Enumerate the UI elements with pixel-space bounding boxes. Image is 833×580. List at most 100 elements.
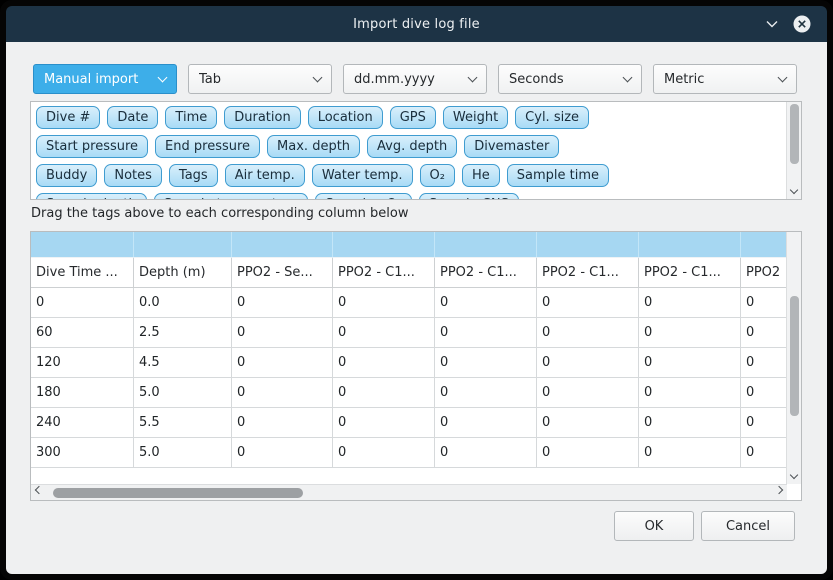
tag-sample-temperature[interactable]: Sample temperature bbox=[154, 193, 309, 200]
table-cell: 0 bbox=[537, 318, 639, 348]
tags-vertical-scrollbar[interactable] bbox=[786, 102, 801, 199]
tag-sample-time[interactable]: Sample time bbox=[507, 164, 609, 187]
table-cell: 0 bbox=[639, 378, 741, 408]
combo-field-separator[interactable]: Tab bbox=[188, 64, 332, 94]
table-cell: 0 bbox=[333, 348, 435, 378]
table-cell: 0 bbox=[333, 408, 435, 438]
table-cell: 0 bbox=[435, 288, 537, 318]
tag-dive[interactable]: Dive # bbox=[36, 106, 100, 129]
column-header[interactable]: PPO2 - C1... bbox=[537, 258, 639, 288]
tag-sample-cns[interactable]: Sample CNS bbox=[419, 193, 519, 200]
table-cell: 0 bbox=[537, 408, 639, 438]
drop-cell[interactable] bbox=[639, 232, 741, 258]
tag-sample-depth[interactable]: Sample depth bbox=[36, 193, 147, 200]
tag-he[interactable]: He bbox=[462, 164, 500, 187]
shade-button[interactable] bbox=[761, 13, 783, 35]
tag-tags[interactable]: Tags bbox=[169, 164, 218, 187]
preview-table: Dive Time ...Depth (m)PPO2 - Se...PPO2 -… bbox=[30, 231, 802, 501]
table-cell: 5.0 bbox=[134, 378, 232, 408]
table-cell: 0 bbox=[232, 408, 333, 438]
combo-value: Tab bbox=[199, 72, 314, 87]
scroll-down-icon[interactable] bbox=[790, 186, 798, 194]
chevron-down-icon bbox=[763, 15, 781, 33]
column-header[interactable]: Dive Time ... bbox=[31, 258, 134, 288]
table-horizontal-scrollbar[interactable] bbox=[31, 484, 787, 500]
scrollbar-thumb[interactable] bbox=[790, 104, 799, 164]
table-cell: 0 bbox=[537, 378, 639, 408]
drop-cell[interactable] bbox=[435, 232, 537, 258]
table-vertical-scrollbar[interactable] bbox=[786, 232, 801, 484]
table-cell: 0 bbox=[333, 378, 435, 408]
table-cell: 0 bbox=[232, 438, 333, 468]
combo-date-format[interactable]: dd.mm.yyyy bbox=[343, 64, 487, 94]
cancel-button[interactable]: Cancel bbox=[701, 511, 795, 541]
tag-notes[interactable]: Notes bbox=[104, 164, 162, 187]
combo-import-type[interactable]: Manual import bbox=[33, 64, 177, 94]
tag-avg-depth[interactable]: Avg. depth bbox=[367, 135, 457, 158]
column-header[interactable]: Depth (m) bbox=[134, 258, 232, 288]
table-row: 1204.5000000 bbox=[31, 348, 801, 378]
column-header[interactable]: PPO2 - C1... bbox=[435, 258, 537, 288]
table-cell: 0 bbox=[639, 348, 741, 378]
tag-date[interactable]: Date bbox=[107, 106, 158, 129]
drop-cell[interactable] bbox=[333, 232, 435, 258]
column-header[interactable]: PPO2 - C1... bbox=[333, 258, 435, 288]
table-cell: 120 bbox=[31, 348, 134, 378]
column-header[interactable]: PPO2 - C1... bbox=[639, 258, 741, 288]
table-row: 2405.5000000 bbox=[31, 408, 801, 438]
table-cell: 0 bbox=[435, 408, 537, 438]
tag-cyl-size[interactable]: Cyl. size bbox=[515, 106, 589, 129]
table-cell: 0 bbox=[537, 288, 639, 318]
combo-time-format[interactable]: Seconds bbox=[498, 64, 642, 94]
drop-cell[interactable] bbox=[134, 232, 232, 258]
table-cell: 5.0 bbox=[134, 438, 232, 468]
table-cell: 0 bbox=[435, 378, 537, 408]
drop-cell[interactable] bbox=[31, 232, 134, 258]
table-cell: 0 bbox=[537, 438, 639, 468]
tag-location[interactable]: Location bbox=[308, 106, 383, 129]
tag-air-temp[interactable]: Air temp. bbox=[225, 164, 305, 187]
table-cell: 0 bbox=[333, 318, 435, 348]
tag-max-depth[interactable]: Max. depth bbox=[267, 135, 360, 158]
close-button[interactable] bbox=[791, 13, 813, 35]
table-cell: 180 bbox=[31, 378, 134, 408]
table-cell: 300 bbox=[31, 438, 134, 468]
tag-gps[interactable]: GPS bbox=[390, 106, 436, 129]
ok-button[interactable]: OK bbox=[614, 511, 694, 541]
import-dialog-window: Import dive log file Manual import Tab dd.… bbox=[0, 0, 833, 580]
table-cell: 5.5 bbox=[134, 408, 232, 438]
scroll-right-icon[interactable] bbox=[775, 486, 783, 494]
chevron-down-icon bbox=[468, 73, 478, 83]
tag-row: Buddy Notes Tags Air temp. Water temp. O₂ He Sa… bbox=[36, 164, 781, 187]
tag-water-temp[interactable]: Water temp. bbox=[312, 164, 413, 187]
tag-divemaster[interactable]: Divemaster bbox=[464, 135, 559, 158]
tag-weight[interactable]: Weight bbox=[443, 106, 508, 129]
scrollbar-thumb[interactable] bbox=[53, 488, 303, 498]
table-cell: 4.5 bbox=[134, 348, 232, 378]
combo-row: Manual import Tab dd.mm.yyyy Seconds Metric bbox=[33, 64, 797, 94]
table-cell: 0 bbox=[31, 288, 134, 318]
titlebar[interactable]: Import dive log file bbox=[6, 6, 827, 42]
drop-cell[interactable] bbox=[537, 232, 639, 258]
table-cell: 0 bbox=[639, 318, 741, 348]
table-cell: 0 bbox=[639, 288, 741, 318]
window-title: Import dive log file bbox=[353, 17, 480, 32]
column-header[interactable]: PPO2 - Se... bbox=[232, 258, 333, 288]
combo-units[interactable]: Metric bbox=[653, 64, 797, 94]
scrollbar-thumb[interactable] bbox=[790, 296, 799, 416]
tag-time[interactable]: Time bbox=[165, 106, 217, 129]
tag-end-pressure[interactable]: End pressure bbox=[155, 135, 260, 158]
drop-cell[interactable] bbox=[232, 232, 333, 258]
table-cell: 0 bbox=[435, 348, 537, 378]
table-cell: 0 bbox=[232, 348, 333, 378]
tag-area: Dive # Date Time Duration Location GPS Weight C… bbox=[30, 101, 802, 200]
tag-buddy[interactable]: Buddy bbox=[36, 164, 97, 187]
scroll-down-icon[interactable] bbox=[790, 471, 798, 479]
tag-row: Dive # Date Time Duration Location GPS Weight C… bbox=[36, 106, 781, 129]
scroll-left-icon[interactable] bbox=[35, 486, 43, 494]
table-cell: 0 bbox=[232, 318, 333, 348]
tag-o[interactable]: O₂ bbox=[420, 164, 455, 187]
tag-sample-po[interactable]: Sample pO₂ bbox=[315, 193, 412, 200]
tag-start-pressure[interactable]: Start pressure bbox=[36, 135, 148, 158]
tag-duration[interactable]: Duration bbox=[224, 106, 300, 129]
